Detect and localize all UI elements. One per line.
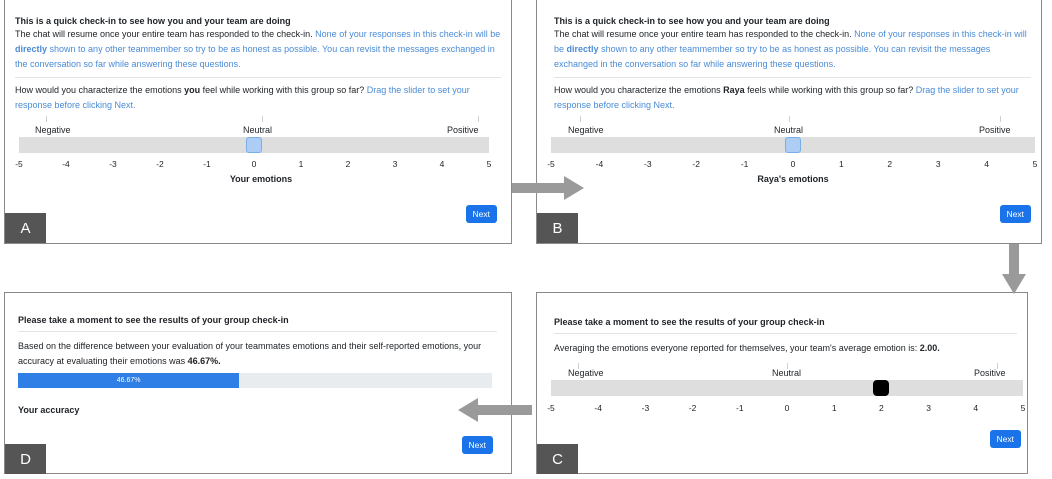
tick-positive <box>478 116 479 122</box>
tick-label: -3 <box>109 159 117 169</box>
tick-label: 2 <box>879 403 884 413</box>
slider-thumb <box>873 380 890 396</box>
accuracy-text-body: Based on the difference between your eva… <box>18 341 482 366</box>
tick-neutral <box>262 116 263 122</box>
label-positive: Positive <box>979 125 1011 135</box>
tick-label: -2 <box>156 159 164 169</box>
emotion-slider[interactable]: Negative Neutral Positive -5 -4 -3 -2 -1 0 1 2 3… <box>5 0 511 243</box>
results-title: Please take a moment to see the results … <box>18 315 289 325</box>
slider-ticks: -5 -4 -3 -2 -1 0 1 2 3 4 5 <box>5 159 511 171</box>
label-negative: Negative <box>568 125 604 135</box>
axis-caption: Your emotions <box>229 174 293 184</box>
tick-label: 2 <box>887 159 893 169</box>
arrow-down-icon <box>1002 244 1026 294</box>
tick-label: -2 <box>688 403 697 413</box>
slider-track <box>551 380 1023 396</box>
tick-label: -3 <box>644 159 652 169</box>
tick-label: 3 <box>392 159 398 169</box>
panel-a: This is a quick check-in to see how you … <box>4 0 512 244</box>
tick-label: 0 <box>784 403 790 413</box>
average-slider: Negative Neutral Positive -5 -4 -3 -2 -1 0 1 2 3… <box>537 293 1027 473</box>
tick-label: -1 <box>203 159 211 169</box>
slider-thumb[interactable] <box>246 137 262 153</box>
tick-label: -1 <box>740 159 749 169</box>
accuracy-text: Based on the difference between your eva… <box>18 339 498 369</box>
emotion-slider[interactable]: Negative Neutral Positive -5 -4 -3 -2 -1 0 1 2 3… <box>537 0 1041 243</box>
tick-label: -2 <box>692 159 700 169</box>
tick-label: -4 <box>594 403 602 413</box>
next-button[interactable]: Next <box>461 436 493 454</box>
label-neutral: Neutral <box>772 368 802 378</box>
tick-label: 1 <box>298 159 304 169</box>
accuracy-caption: Your accuracy <box>18 405 80 415</box>
tick-label: -3 <box>641 403 650 413</box>
slider-ticks: -5 -4 -3 -2 -1 0 1 2 3 4 5 <box>537 159 1041 171</box>
tick-label: 4 <box>439 159 445 169</box>
panel-letter-a: A <box>5 213 46 243</box>
tick-label: -5 <box>547 403 555 413</box>
next-button[interactable]: Next <box>989 430 1021 448</box>
tick-label: 4 <box>984 159 989 169</box>
panel-letter-d: D <box>5 444 46 474</box>
accuracy-value: 46.67%. <box>187 356 221 366</box>
slider-thumb[interactable] <box>785 137 801 153</box>
label-negative: Negative <box>35 125 71 135</box>
axis-caption: Raya's emotions <box>757 174 829 184</box>
tick-neutral <box>789 116 790 122</box>
tick-label: 3 <box>935 159 941 169</box>
tick-label: 2 <box>345 159 351 169</box>
accuracy-progress: 46.67% <box>18 373 492 388</box>
tick-label: 1 <box>839 159 844 169</box>
next-button[interactable]: Next <box>999 205 1031 223</box>
tick-label: 0 <box>251 159 257 169</box>
tick-label: 5 <box>1020 403 1026 413</box>
divider <box>18 331 497 332</box>
label-negative: Negative <box>568 368 604 378</box>
panel-d: Please take a moment to see the results … <box>4 292 512 474</box>
panel-letter-c: C <box>537 444 578 474</box>
tick-label: 0 <box>790 159 796 169</box>
panel-c: Please take a moment to see the results … <box>536 292 1028 474</box>
arrow-left-icon <box>458 398 532 422</box>
label-neutral: Neutral <box>243 125 273 135</box>
tick-label: 3 <box>926 403 931 413</box>
label-positive: Positive <box>974 368 1006 378</box>
arrow-right-icon <box>512 176 584 200</box>
tick-negative <box>580 116 581 122</box>
next-button[interactable]: Next <box>465 205 497 223</box>
tick-label: 5 <box>486 159 492 169</box>
tick-label: 5 <box>1032 159 1038 169</box>
panel-letter-b: B <box>537 213 578 243</box>
label-neutral: Neutral <box>774 125 804 135</box>
tick-positive <box>1000 116 1001 122</box>
accuracy-progress-fill: 46.67% <box>18 373 240 388</box>
tick-negative <box>46 116 47 122</box>
label-positive: Positive <box>447 125 479 135</box>
tick-label: 4 <box>973 403 979 413</box>
tick-label: -5 <box>15 159 23 169</box>
slider-ticks: -5 -4 -3 -2 -1 0 1 2 3 4 5 <box>537 403 1027 415</box>
tick-label: -4 <box>595 159 604 169</box>
tick-label: -4 <box>62 159 70 169</box>
tick-label: -1 <box>736 403 744 413</box>
tick-label: 1 <box>831 403 837 413</box>
panel-b: This is a quick check-in to see how you … <box>536 0 1042 244</box>
tick-label: -5 <box>547 159 555 169</box>
